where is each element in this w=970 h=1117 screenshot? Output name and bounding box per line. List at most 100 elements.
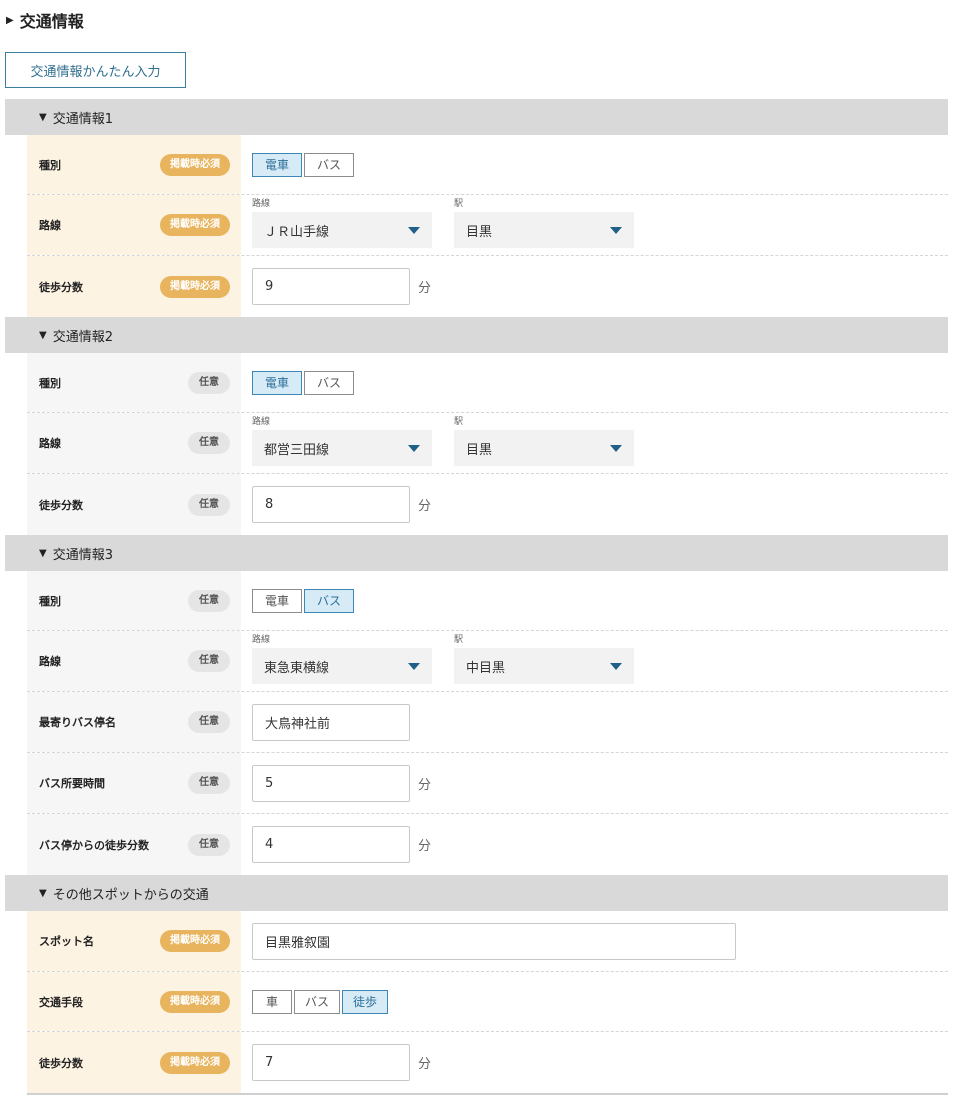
line-select-group: 路線 東急東横線: [252, 633, 432, 684]
form-row: 最寄りバス停名 任意 大鳥神社前: [27, 692, 948, 753]
collapse-triangle-icon[interactable]: ▼: [39, 330, 47, 341]
form-row: 路線任意 路線東急東横線駅中目黒: [27, 631, 948, 692]
section-header[interactable]: ▼ その他スポットからの交通: [5, 875, 948, 911]
line-station-selects: 路線 ＪＲ山手線 駅目黒: [252, 197, 634, 248]
option-button[interactable]: バス: [304, 370, 355, 395]
chevron-down-icon: [408, 662, 420, 670]
station-select-value: 目黒: [466, 224, 493, 240]
line-select[interactable]: 東急東横線: [252, 648, 432, 684]
line-select-label: 路線: [252, 635, 271, 645]
section-body: 種別 任意 電車 バス 路線 任意 路線 都営三田線駅目黒 徒歩分数 任意 8 分: [27, 353, 948, 535]
form-row: スポット名 掲載時必須 目黒雅叙園: [27, 911, 948, 972]
field-label: 種別: [39, 594, 61, 608]
text-input[interactable]: 5: [252, 764, 410, 802]
line-select[interactable]: 都営三田線: [252, 430, 432, 466]
required-badge: 掲載時必須: [160, 930, 230, 952]
collapse-triangle-icon[interactable]: ▼: [39, 548, 47, 559]
field-value-cell: 9分: [241, 256, 948, 317]
section-header[interactable]: ▼ 交通情報2: [5, 317, 948, 353]
station-select[interactable]: 目黒: [454, 212, 634, 248]
required-badge: 掲載時必須: [160, 275, 230, 298]
optional-badge: 任意: [188, 371, 230, 394]
form-row: 路線 任意 路線 都営三田線駅目黒: [27, 413, 948, 474]
field-label-cell: 最寄りバス停名 任意: [27, 692, 241, 752]
field-label-cell: バス停からの徒歩分数 任意: [27, 814, 241, 875]
collapse-triangle-icon[interactable]: ▼: [39, 112, 47, 123]
form-row: 種別 任意 電車 バス: [27, 353, 948, 413]
option-button[interactable]: 徒歩: [342, 989, 389, 1014]
field-value-cell: 車バス 徒歩: [241, 972, 948, 1031]
text-input[interactable]: 8: [252, 486, 410, 523]
optional-badge: 任意: [188, 493, 230, 516]
station-select-group: 駅目黒: [454, 197, 634, 248]
section-title: その他スポットからの交通: [52, 887, 209, 903]
chevron-down-icon: [610, 662, 622, 670]
section-title: 交通情報3: [52, 547, 113, 563]
line-select-value: 都営三田線: [264, 442, 330, 458]
quick-input-button[interactable]: 交通情報かんたん入力: [5, 52, 186, 88]
option-button[interactable]: 車: [252, 989, 292, 1014]
line-select[interactable]: ＪＲ山手線: [252, 212, 432, 248]
field-value-cell: 路線 都営三田線駅目黒: [241, 413, 948, 473]
form-row: バス所要時間 任意 5 分: [27, 753, 948, 814]
field-label-cell: 種別 任意: [27, 571, 241, 630]
section-body: スポット名 掲載時必須 目黒雅叙園 交通手段 掲載時必須車バス 徒歩 徒歩分数 掲載時必須 7 分: [27, 911, 948, 1093]
line-select-label: 路線: [252, 417, 271, 427]
form-row: 交通手段 掲載時必須車バス 徒歩: [27, 972, 948, 1032]
collapse-triangle-icon[interactable]: ▼: [39, 888, 47, 899]
text-input[interactable]: 4: [252, 826, 410, 863]
optional-badge: 任意: [188, 833, 230, 856]
station-select-value: 中目黒: [466, 660, 506, 676]
section-header[interactable]: ▼ 交通情報1: [5, 99, 948, 135]
station-select-group: 駅中目黒: [454, 633, 634, 684]
field-label: 最寄りバス停名: [39, 716, 116, 729]
transport-sections: ▼ 交通情報1 種別 掲載時必須 電車 バス 路線 掲載時必須 路線 ＪＲ山手線駅目黒 徒歩分数 掲載…: [5, 99, 948, 1095]
chevron-down-icon: [408, 226, 420, 234]
field-label-cell: 徒歩分数 任意: [27, 474, 241, 535]
option-button[interactable]: バス: [304, 152, 355, 177]
text-input[interactable]: 9: [252, 268, 410, 305]
option-button[interactable]: バス: [294, 989, 341, 1014]
toggle-group: 電車 バス: [252, 370, 355, 395]
field-label-cell: 徒歩分数 掲載時必須: [27, 1032, 241, 1093]
form-row: 路線 掲載時必須 路線 ＪＲ山手線駅目黒: [27, 195, 948, 256]
field-value-cell: 大鳥神社前: [241, 692, 948, 752]
optional-badge: 任意: [188, 432, 230, 454]
form-row: 種別 掲載時必須 電車 バス: [27, 135, 948, 195]
option-button[interactable]: 電車: [252, 370, 303, 395]
field-label-cell: バス所要時間 任意: [27, 753, 241, 813]
section-body: 種別 掲載時必須 電車 バス 路線 掲載時必須 路線 ＪＲ山手線駅目黒 徒歩分数 掲載時必須 9 分: [27, 135, 948, 317]
field-label: 路線: [39, 437, 61, 450]
field-label: 路線: [39, 219, 61, 232]
line-select-group: 路線都営三田線: [252, 415, 432, 466]
toggle-group: 車バス 徒歩: [252, 989, 389, 1014]
field-label: 徒歩分数: [39, 498, 83, 512]
section-header[interactable]: ▼ 交通情報3: [5, 535, 948, 571]
field-label-cell: 種別 掲載時必須: [27, 135, 241, 194]
form-row: 徒歩分数 掲載時必須 7 分: [27, 1032, 948, 1093]
required-badge: 掲載時必須: [160, 153, 230, 176]
field-label-cell: 徒歩分数 掲載時必須: [27, 256, 241, 317]
line-select-label: 路線: [252, 199, 271, 209]
field-label: バス所要時間: [39, 777, 105, 790]
field-label: 交通手段: [39, 995, 83, 1009]
field-label-cell: 路線 任意: [27, 413, 241, 473]
option-button[interactable]: バス: [304, 588, 355, 613]
field-label: 徒歩分数: [39, 1056, 83, 1070]
field-value-cell: 路線東急東横線駅中目黒: [241, 631, 948, 691]
field-label: 種別: [39, 376, 61, 390]
optional-badge: 任意: [188, 772, 230, 794]
option-button[interactable]: 電車: [252, 152, 303, 177]
collapse-triangle-icon[interactable]: ▶: [6, 15, 14, 26]
option-button[interactable]: 電車: [252, 588, 303, 613]
text-input[interactable]: 目黒雅叙園: [252, 922, 736, 960]
field-label: 徒歩分数: [39, 280, 83, 294]
text-input[interactable]: 7: [252, 1044, 410, 1081]
station-select[interactable]: 目黒: [454, 430, 634, 466]
text-input[interactable]: 大鳥神社前: [252, 703, 410, 741]
field-value-cell: 7分: [241, 1032, 948, 1093]
optional-badge: 任意: [188, 650, 230, 672]
page-title: ▶ 交通情報: [6, 8, 84, 32]
station-select[interactable]: 中目黒: [454, 648, 634, 684]
section-body: 種別 任意 電車 バス 路線 任意 路線 東急東横線駅中目黒 最寄りバス停名 任意 大鳥神社前 バス所…: [27, 571, 948, 875]
